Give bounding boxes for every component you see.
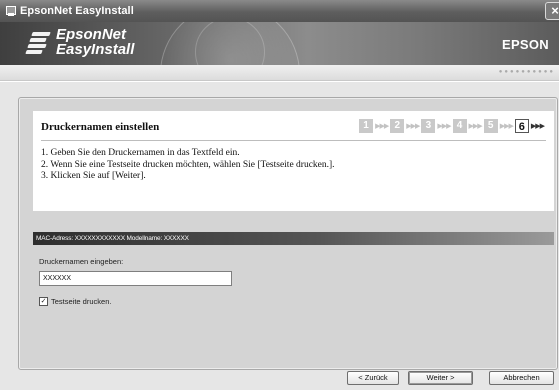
step-arrow-icon: ▶▶▶	[499, 123, 514, 130]
banner-globe-ring	[195, 22, 265, 65]
next-button[interactable]: Weiter >	[408, 371, 473, 385]
step-arrow-icon: ▶▶▶	[468, 123, 483, 130]
header-sub-strip: ●●●●●●●●●●	[0, 65, 559, 81]
header-banner: EpsonNet EasyInstall EPSON	[0, 22, 559, 65]
step-number: 2	[390, 119, 405, 133]
divider	[41, 140, 546, 141]
step-progress: 1 ▶▶▶ 2 ▶▶▶ 3 ▶▶▶ 4 ▶▶▶ 5 ▶▶▶ 6 ▶▶▶	[359, 119, 546, 133]
step-number: 4	[452, 119, 467, 133]
back-button[interactable]: < Zurück	[347, 371, 399, 385]
step-arrow-icon: ▶▶▶	[530, 123, 545, 130]
brand-name: EPSON	[501, 37, 549, 52]
product-name: EpsonNet EasyInstall	[56, 26, 135, 58]
step-number: 3	[421, 119, 436, 133]
printer-name-label: Druckernamen eingeben:	[39, 257, 124, 266]
form-area: Druckernamen eingeben: ✓ Testseite druck…	[33, 245, 554, 365]
step-box: Druckernamen einstellen 1 ▶▶▶ 2 ▶▶▶ 3 ▶▶▶ 4 ▶▶▶…	[33, 111, 554, 211]
close-button[interactable]: ×	[545, 2, 559, 20]
step-number: 6	[514, 119, 529, 133]
test-page-option[interactable]: ✓ Testseite drucken.	[39, 297, 111, 306]
cancel-button[interactable]: Abbrechen	[489, 371, 554, 385]
step-title: Druckernamen einstellen	[41, 121, 160, 133]
decorative-dots: ●●●●●●●●●●	[498, 69, 555, 75]
epson-logo-icon	[25, 30, 52, 56]
app-icon	[5, 5, 17, 17]
step-number: 5	[483, 119, 498, 133]
instruction-list: 1. Geben Sie den Druckernamen in das Tex…	[41, 148, 335, 183]
printer-info-bar: MAC-Adress: XXXXXXXXXXXX Modellname: XXX…	[33, 232, 554, 245]
instruction-item: 3. Klicken Sie auf [Weiter].	[41, 171, 146, 181]
step-arrow-icon: ▶▶▶	[406, 123, 420, 130]
window-title: EpsonNet EasyInstall	[20, 5, 134, 17]
instruction-item: 2. Wenn Sie eine Testseite drucken möcht…	[41, 159, 335, 170]
step-arrow-icon: ▶▶▶	[375, 123, 389, 130]
check-icon[interactable]: ✓	[39, 297, 48, 306]
step-number: 1	[359, 119, 374, 133]
step-arrow-icon: ▶▶▶	[437, 123, 451, 130]
test-page-label: Testseite drucken.	[51, 297, 112, 306]
instruction-item: 1. Geben Sie den Druckernamen in das Tex…	[41, 148, 240, 158]
title-bar: EpsonNet EasyInstall ×	[0, 0, 559, 22]
printer-name-input[interactable]	[39, 271, 232, 286]
